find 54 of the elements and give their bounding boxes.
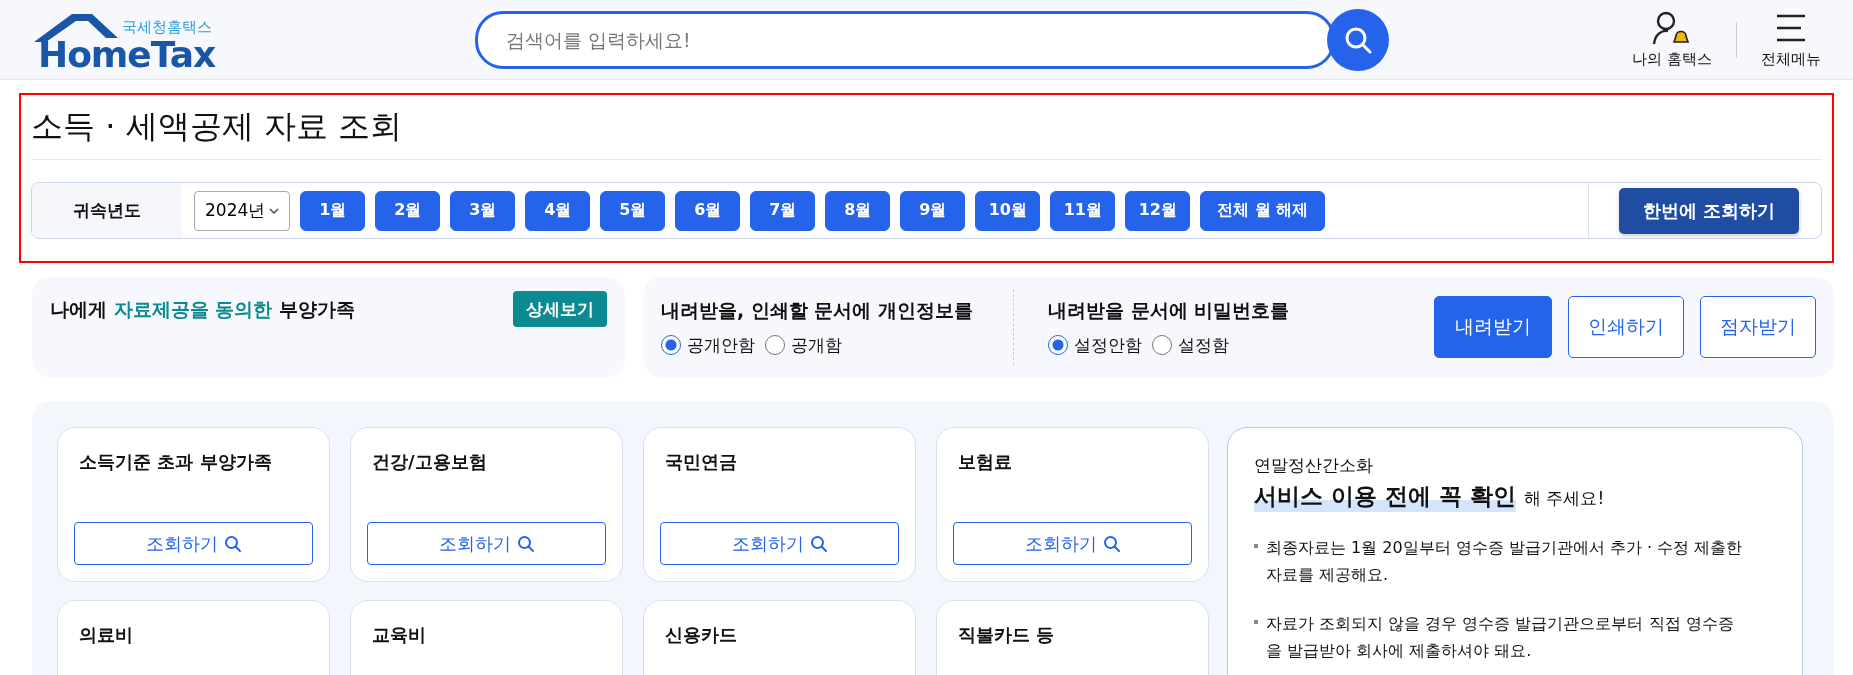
notice-headline-suffix: 해 주세요!: [1524, 487, 1605, 510]
search-icon: [223, 534, 242, 553]
details-button[interactable]: 상세보기: [513, 291, 607, 327]
month-button[interactable]: 6월: [675, 190, 741, 231]
month-button[interactable]: 3월: [450, 190, 516, 231]
search-icon: [809, 534, 828, 553]
radio-option[interactable]: 설정함: [1152, 333, 1230, 357]
search-icon: [1102, 534, 1121, 553]
lookup-button[interactable]: 조회하기: [367, 522, 606, 565]
clear-months-button[interactable]: 전체 월 해제: [1200, 190, 1326, 231]
notice-text: 자료가 조회되지 않을 경우 영수증 발급기관으로부터 직접 영수증을 발급받아 회사에 제출하셔야 돼요.: [1266, 613, 1735, 662]
bullet-icon: [1254, 544, 1258, 548]
action-button[interactable]: 점자받기: [1700, 296, 1816, 358]
category-title: 직불카드 등: [957, 623, 1056, 647]
category-title: 소득기준 초과 부양가족: [78, 450, 273, 474]
lookup-button[interactable]: 조회하기: [953, 522, 1192, 565]
category-title: 신용카드: [664, 623, 738, 647]
search-all-button[interactable]: 한번에 조회하기: [1618, 187, 1799, 234]
year-dropdown[interactable]: 2024년: [194, 190, 291, 231]
month-button[interactable]: 2월: [375, 190, 441, 231]
category-title: 건강/고용보험: [371, 450, 488, 474]
month-button[interactable]: 1월: [300, 190, 366, 231]
menu-button[interactable]: 전체메뉴: [1761, 10, 1821, 69]
radio-option[interactable]: 공개안함: [661, 333, 755, 357]
bullet-icon: [1254, 620, 1258, 624]
month-button[interactable]: 10월: [975, 190, 1041, 231]
consent-text: 나에게 자료제공을 동의한 부양가족: [50, 297, 355, 322]
lookup-button[interactable]: 조회하기: [660, 522, 899, 565]
radio-option[interactable]: 공개함: [765, 333, 842, 357]
category-title: 의료비: [78, 623, 134, 647]
logo-subtitle: 국세청홈택스: [122, 17, 212, 37]
page-title: 소득 · 세액공제 자료 조회: [31, 95, 1822, 160]
notice-text: 최종자료는 1월 20일부터 영수증 발급기관에서 추가 · 수정 제출한 자료를 제공해요.: [1266, 537, 1744, 586]
notice-subtitle: 연말정산간소화: [1254, 454, 1374, 477]
month-button[interactable]: 7월: [750, 190, 816, 231]
option-title: 내려받을 문서에 비밀번호를: [1048, 297, 1290, 323]
category-title: 교육비: [371, 623, 427, 647]
caret-icon: [269, 206, 280, 215]
search-icon: [516, 534, 535, 553]
month-button[interactable]: 5월: [600, 190, 666, 231]
action-button[interactable]: 인쇄하기: [1568, 296, 1684, 358]
category-title: 보험료: [957, 450, 1013, 474]
option-title: 내려받을, 인쇄할 문서에 개인정보를: [661, 297, 974, 323]
radio-option[interactable]: 설정안함: [1048, 333, 1143, 357]
category-title: 국민연금: [664, 450, 738, 474]
month-button[interactable]: 11월: [1050, 190, 1116, 231]
month-button[interactable]: 12월: [1125, 190, 1191, 231]
lookup-button[interactable]: 조회하기: [74, 522, 313, 565]
year-label: 귀속년도: [32, 183, 182, 238]
my-hometax-button[interactable]: 나의 홈택스: [1632, 10, 1712, 69]
action-button[interactable]: 내려받기: [1434, 296, 1552, 358]
month-button[interactable]: 4월: [525, 190, 591, 231]
month-button[interactable]: 9월: [900, 190, 966, 231]
month-button[interactable]: 8월: [825, 190, 891, 231]
